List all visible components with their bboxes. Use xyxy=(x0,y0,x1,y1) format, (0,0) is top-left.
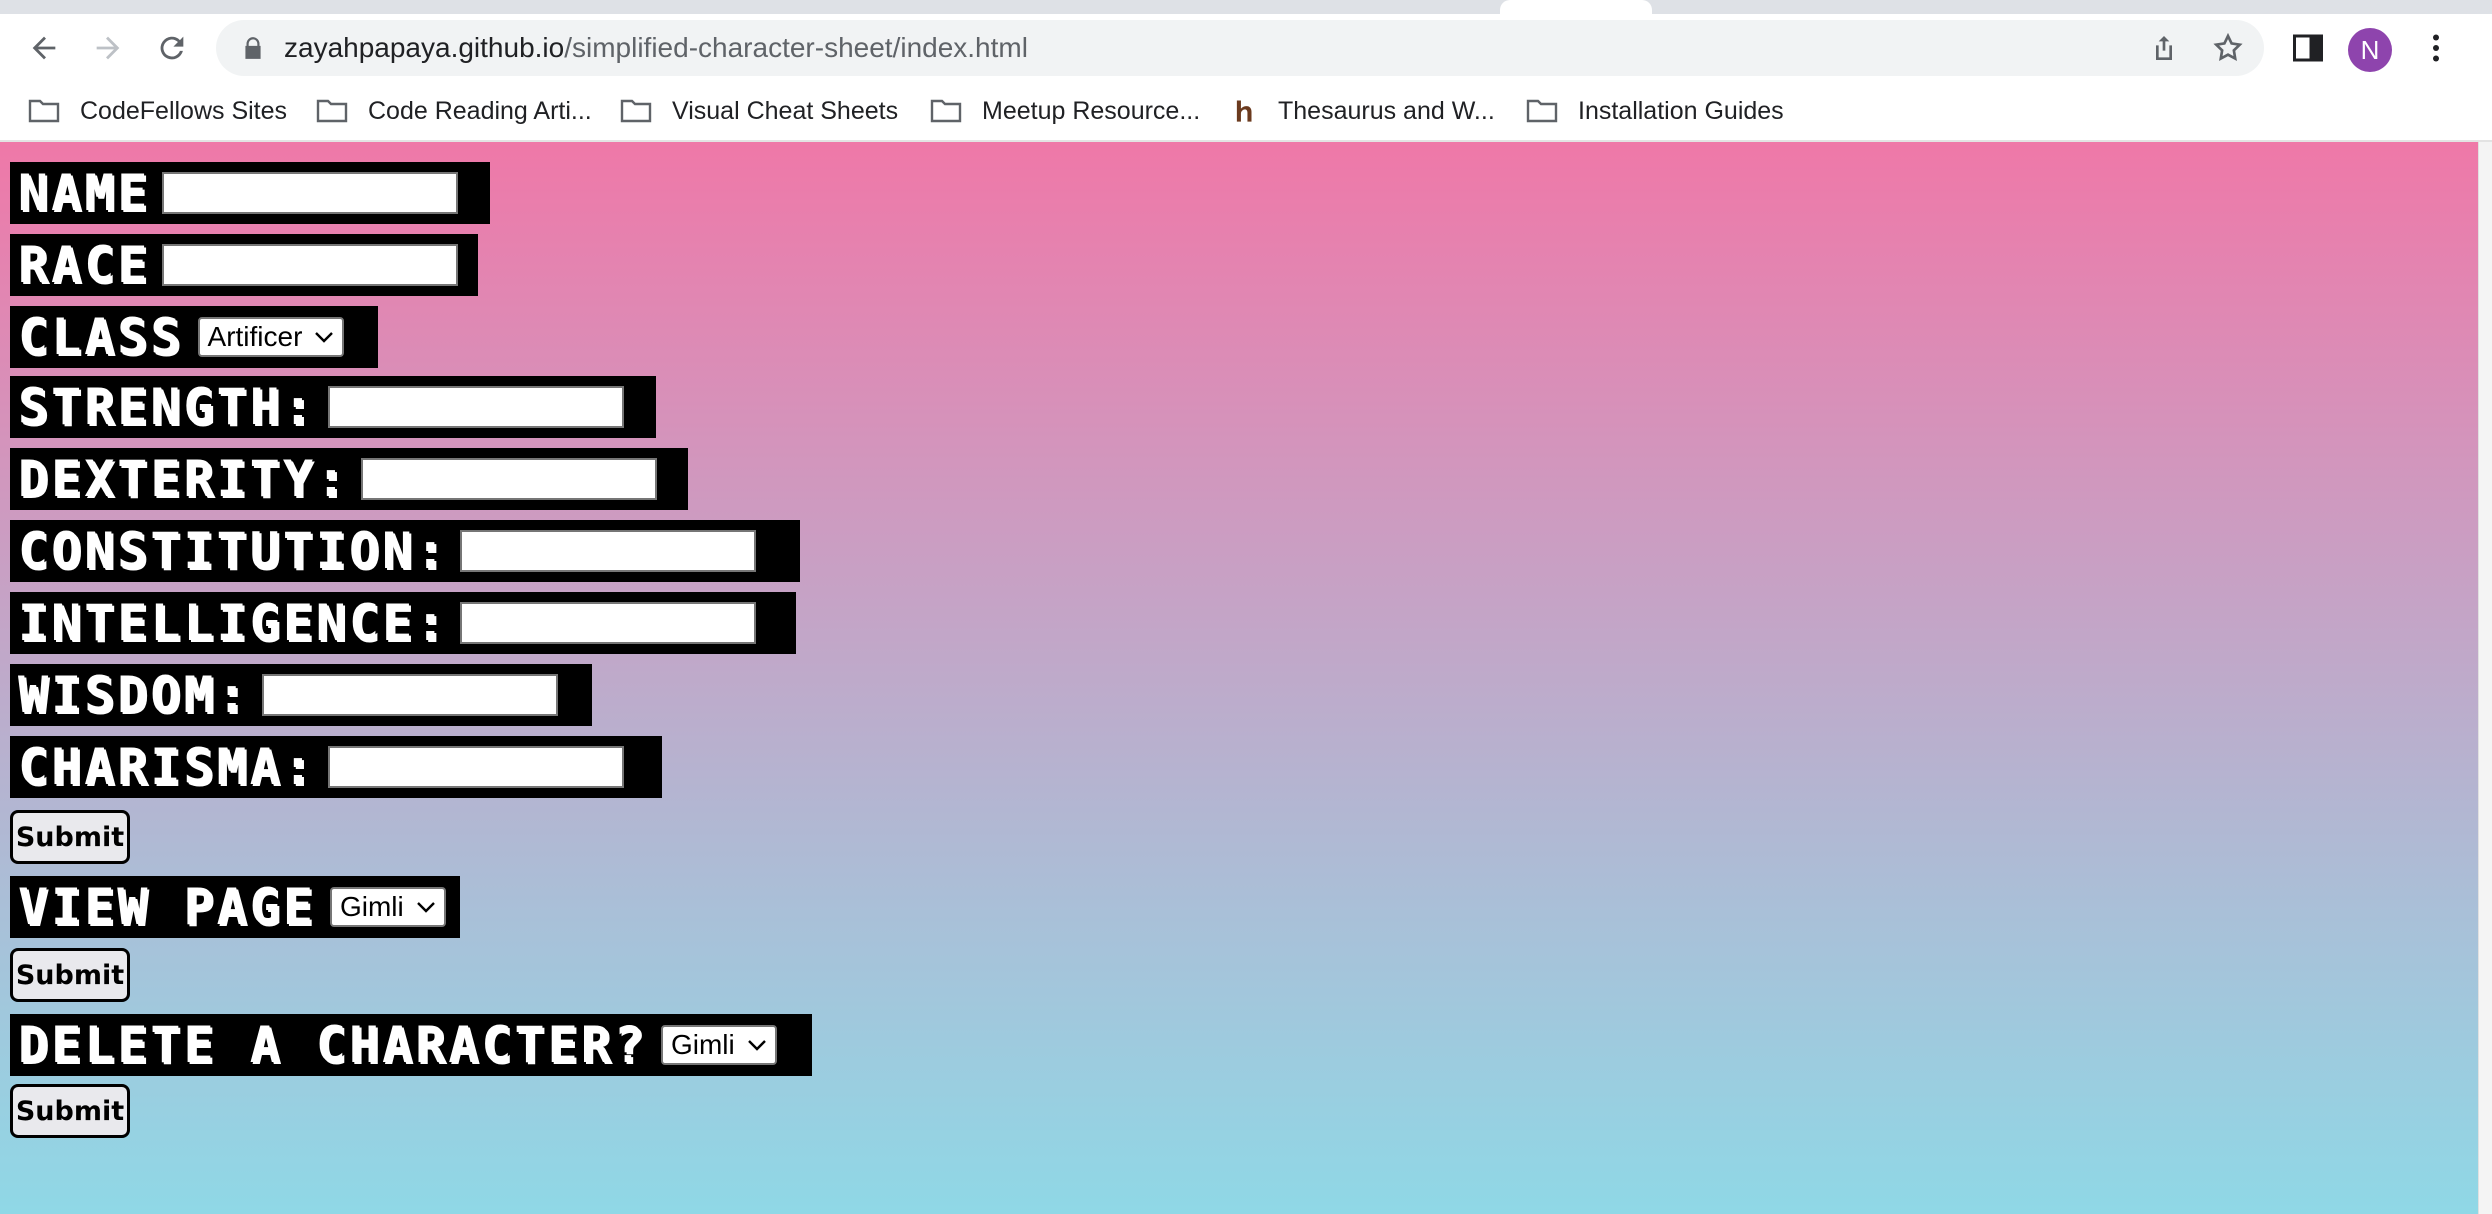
reload-button[interactable] xyxy=(146,22,198,74)
chevron-down-icon xyxy=(747,1040,766,1051)
delete-character-label: DELETE A CHARACTER? xyxy=(17,1015,647,1076)
wisdom-label: WISDOM: xyxy=(17,665,250,726)
constitution-row: CONSTITUTION: xyxy=(10,520,800,582)
url-host: zayahpapaya.github.io xyxy=(284,32,565,63)
bookmark-label: Code Reading Arti... xyxy=(368,96,592,125)
bookmark-code-reading[interactable]: Code Reading Arti... xyxy=(316,82,592,140)
bookmark-codefellows-sites[interactable]: CodeFellows Sites xyxy=(28,82,287,140)
charisma-input[interactable] xyxy=(327,746,624,788)
view-page-label: VIEW PAGE xyxy=(17,877,316,938)
class-row: CLASS Artificer xyxy=(10,306,378,368)
delete-character-row: DELETE A CHARACTER? Gimli xyxy=(10,1014,812,1076)
chevron-down-icon xyxy=(416,902,435,913)
name-label: NAME xyxy=(16,163,151,224)
folder-icon xyxy=(1526,99,1558,123)
dexterity-label: DEXTERITY: xyxy=(16,449,350,510)
view-page-row: VIEW PAGE Gimli xyxy=(10,876,460,938)
class-label: CLASS xyxy=(17,307,184,368)
intelligence-row: INTELLIGENCE: xyxy=(10,592,796,654)
class-select[interactable]: Artificer xyxy=(197,317,345,357)
bookmark-star-icon[interactable] xyxy=(2212,32,2244,64)
share-icon[interactable] xyxy=(2148,32,2180,64)
strength-row: STRENGTH: xyxy=(10,376,656,438)
bookmark-label: Installation Guides xyxy=(1578,96,1784,125)
view-submit-button[interactable]: Submit xyxy=(10,948,130,1002)
intelligence-input[interactable] xyxy=(460,602,757,644)
back-button[interactable] xyxy=(18,22,70,74)
view-selected-value: Gimli xyxy=(339,891,404,922)
bookmark-label: Visual Cheat Sheets xyxy=(672,96,899,125)
chevron-down-icon xyxy=(315,332,334,343)
folder-icon xyxy=(316,99,348,123)
back-arrow-icon xyxy=(32,36,56,60)
profile-avatar[interactable]: N xyxy=(2348,28,2392,72)
bookmark-label: Thesaurus and W... xyxy=(1278,96,1495,125)
wisdom-row: WISDOM: xyxy=(10,664,592,726)
bookmarks-bar: CodeFellows Sites Code Reading Arti... V… xyxy=(0,82,2492,142)
page-viewport: NAME RACE CLASS Artificer STRENGTH: DEXT… xyxy=(0,142,2478,1214)
forward-arrow-icon xyxy=(96,36,120,60)
url-text[interactable]: zayahpapaya.github.io/simplified-charact… xyxy=(284,20,1028,76)
constitution-input[interactable] xyxy=(460,530,757,572)
wisdom-input[interactable] xyxy=(261,674,558,716)
view-character-select[interactable]: Gimli xyxy=(329,887,446,927)
active-tab-edge[interactable] xyxy=(1500,0,1652,14)
race-input[interactable] xyxy=(162,244,459,286)
bookmark-visual-cheat-sheets[interactable]: Visual Cheat Sheets xyxy=(620,82,898,140)
name-row: NAME xyxy=(10,162,490,224)
folder-icon xyxy=(620,99,652,123)
side-panel-icon[interactable] xyxy=(2290,30,2326,66)
delete-selected-value: Gimli xyxy=(670,1029,735,1060)
tab-strip xyxy=(0,0,2492,14)
url-path: /simplified-character-sheet/index.html xyxy=(564,32,1028,63)
charisma-row: CHARISMA: xyxy=(10,736,662,798)
lock-icon[interactable] xyxy=(240,35,266,61)
folder-icon xyxy=(930,99,962,123)
more-menu-icon[interactable] xyxy=(2418,30,2454,66)
bookmark-label: CodeFellows Sites xyxy=(80,96,288,125)
constitution-label: CONSTITUTION: xyxy=(16,521,449,582)
reload-icon xyxy=(160,36,184,60)
intelligence-label: INTELLIGENCE: xyxy=(16,593,449,654)
bookmark-installation-guides[interactable]: Installation Guides xyxy=(1526,82,1784,140)
bookmark-thesaurus[interactable]: Thesaurus and W... xyxy=(1232,82,1495,140)
race-row: RACE xyxy=(10,234,478,296)
address-bar[interactable]: zayahpapaya.github.io/simplified-charact… xyxy=(216,20,2264,76)
delete-character-select[interactable]: Gimli xyxy=(660,1025,777,1065)
h-site-icon xyxy=(1236,100,1252,122)
bookmark-meetup-resources[interactable]: Meetup Resource... xyxy=(930,82,1200,140)
dexterity-row: DEXTERITY: xyxy=(10,448,688,510)
race-label: RACE xyxy=(16,235,151,296)
dexterity-input[interactable] xyxy=(361,458,658,500)
class-selected-value: Artificer xyxy=(207,321,303,352)
name-input[interactable] xyxy=(162,172,459,214)
strength-label: STRENGTH: xyxy=(17,377,316,438)
create-submit-button[interactable]: Submit xyxy=(10,810,130,864)
strength-input[interactable] xyxy=(327,386,624,428)
charisma-label: CHARISMA: xyxy=(17,737,316,798)
delete-submit-button[interactable]: Submit xyxy=(10,1084,130,1138)
bookmark-label: Meetup Resource... xyxy=(982,96,1201,125)
browser-toolbar: zayahpapaya.github.io/simplified-charact… xyxy=(0,14,2492,82)
folder-icon xyxy=(28,99,60,123)
vertical-scrollbar[interactable] xyxy=(2478,142,2492,1214)
forward-button[interactable] xyxy=(82,22,134,74)
